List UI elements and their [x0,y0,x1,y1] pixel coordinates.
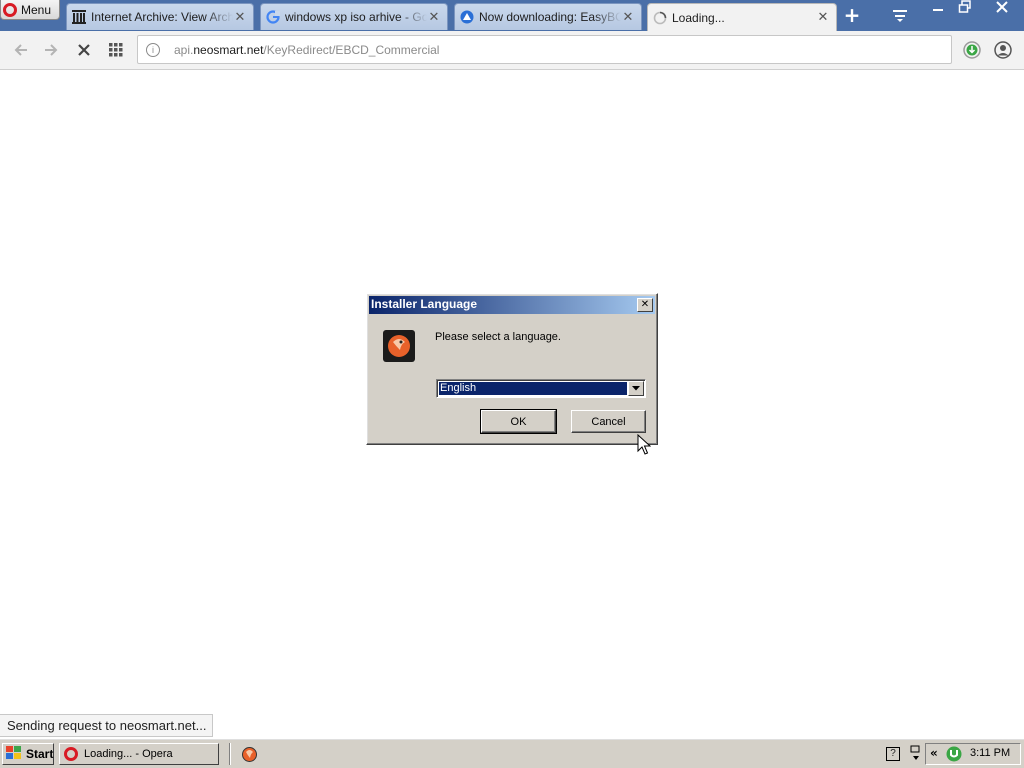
url-subdomain: api. [174,42,194,57]
close-icon[interactable]: ✕ [816,10,830,25]
network-icon[interactable] [908,745,924,763]
tab-now-downloading[interactable]: Now downloading: EasyBCD ✕ [454,3,642,30]
url-host: neosmart.net [193,42,264,57]
spinner-icon [652,10,668,26]
close-icon[interactable]: ✕ [233,10,247,25]
menu-label: Menu [21,2,52,17]
tab-google-search[interactable]: windows xp iso arhive - Google Search ✕ [260,3,448,30]
opera-logo-icon [64,747,78,761]
url-path: /KeyRedirect/EBCD_Commercial [263,42,440,57]
google-icon [265,9,281,25]
close-icon[interactable]: ✕ [621,10,635,25]
taskbar-separator [229,743,231,765]
installer-icon [383,330,415,362]
tab-title: Loading... [672,10,725,25]
dialog-message: Please select a language. [435,331,561,343]
address-bar[interactable]: i api.neosmart.net/KeyRedirect/EBCD_Comm… [137,35,952,64]
language-select[interactable]: English [436,379,646,398]
cancel-button[interactable]: Cancel [571,410,646,433]
language-select-value: English [439,382,627,395]
archive-icon [71,9,87,25]
mouse-cursor-icon [637,433,652,459]
speed-dial-icon[interactable] [105,39,127,61]
download-icon[interactable] [961,39,983,61]
utorrent-icon[interactable] [946,746,962,762]
window-close-icon[interactable] [988,0,1016,20]
browser-toolbar: i api.neosmart.net/KeyRedirect/EBCD_Comm… [0,31,1024,70]
neosmart-icon [459,9,475,25]
dialog-titlebar[interactable]: Installer Language ✕ [369,296,655,314]
plus-icon[interactable]: + [842,5,862,26]
stop-icon[interactable] [73,39,95,61]
tab-internet-archive[interactable]: Internet Archive: View Archive ✕ [66,3,254,30]
chevron-left-icon[interactable]: « [930,746,942,760]
help-icon[interactable]: ? [886,747,900,761]
tab-loading[interactable]: Loading... ✕ [647,3,837,31]
installer-icon[interactable] [241,746,258,763]
dialog-title: Installer Language [371,297,478,311]
minimize-icon[interactable] [924,0,952,20]
dropdown-arrow-icon[interactable] [628,381,644,396]
tab-menu-icon[interactable] [890,8,910,24]
info-icon[interactable]: i [146,42,160,57]
opera-logo-icon [3,2,17,17]
status-bar: Sending request to neosmart.net... [0,714,213,737]
taskbar-item-label: Loading... - Opera [84,748,173,760]
start-button[interactable]: Start [2,743,54,765]
tab-strip: Menu Internet Archive: View Archive ✕ wi… [0,0,1024,31]
account-icon[interactable] [992,39,1014,61]
tab-title: Now downloading: EasyBCD [479,10,621,24]
url-text: api.neosmart.net/KeyRedirect/EBCD_Commer… [174,43,439,57]
tab-title: windows xp iso arhive - Google Search [285,10,427,24]
taskbar-clock[interactable]: 3:11 PM [970,747,1010,759]
close-icon[interactable]: ✕ [637,298,653,312]
installer-language-dialog: Installer Language ✕ Please select a lan… [366,293,658,445]
tab-title: Internet Archive: View Archive [91,10,233,24]
close-icon[interactable]: ✕ [427,10,441,25]
back-icon[interactable] [10,39,32,61]
taskbar-item-opera[interactable]: Loading... - Opera [59,743,219,765]
ok-button[interactable]: OK [480,409,557,434]
restore-icon[interactable] [951,0,979,20]
opera-menu-button[interactable]: Menu [0,0,60,20]
windows-flag-icon [6,745,22,763]
start-label: Start [26,747,54,761]
taskbar: Start Loading... - Opera ? « 3:11 PM [0,738,1024,768]
forward-icon[interactable] [40,39,62,61]
